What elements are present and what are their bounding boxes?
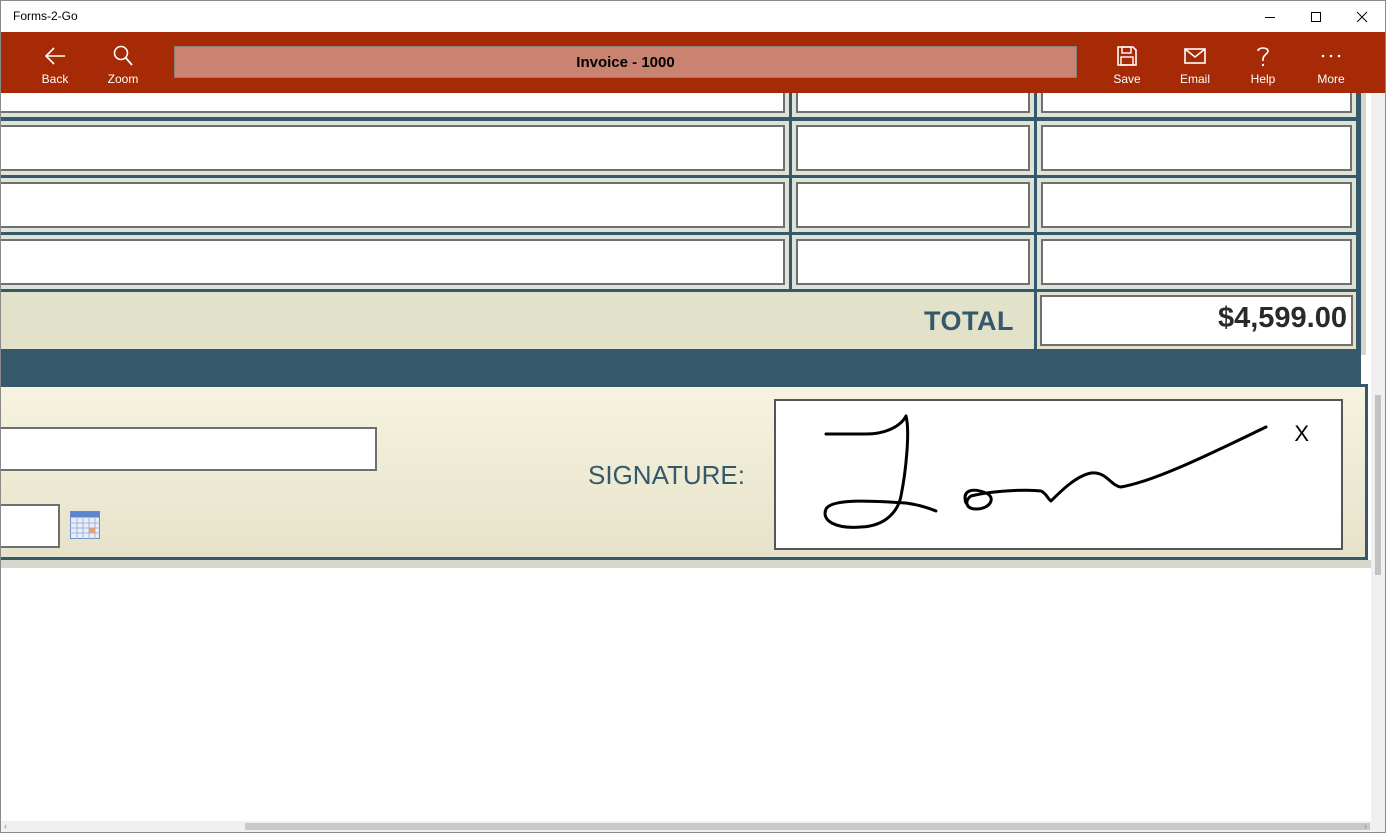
table-row xyxy=(1037,235,1356,289)
signature-panel: SIGNATURE: X xyxy=(1,384,1368,560)
description-field[interactable] xyxy=(1,125,785,171)
table-row xyxy=(792,178,1034,232)
vertical-scrollbar[interactable] xyxy=(1371,93,1385,821)
amount-field[interactable] xyxy=(1041,239,1352,285)
line-items-table: TOTAL $4,599.00 xyxy=(1,93,1366,459)
table-row xyxy=(1037,93,1356,117)
app-window: Forms-2-Go Back Zoom Invoice - 1000 Save… xyxy=(0,0,1386,833)
minimize-button[interactable] xyxy=(1247,1,1293,32)
maximize-button[interactable] xyxy=(1293,1,1339,32)
horizontal-scroll-thumb[interactable] xyxy=(245,823,1370,830)
clear-signature-button[interactable]: X xyxy=(1294,421,1309,447)
command-bar: Back Zoom Invoice - 1000 Save Email Help… xyxy=(1,32,1385,93)
amount-field[interactable] xyxy=(1041,182,1352,228)
minimize-icon xyxy=(1265,16,1275,18)
vertical-scroll-thumb[interactable] xyxy=(1375,395,1381,575)
more-icon xyxy=(1321,54,1341,58)
date-field[interactable] xyxy=(1,504,60,548)
save-label: Save xyxy=(1113,72,1141,86)
save-button[interactable]: Save xyxy=(1093,32,1161,93)
help-label: Help xyxy=(1250,72,1276,86)
back-button[interactable]: Back xyxy=(21,32,89,93)
total-cell: $4,599.00 xyxy=(1037,292,1356,349)
zoom-button[interactable]: Zoom xyxy=(89,32,157,93)
mail-icon xyxy=(1184,48,1206,64)
table-row xyxy=(792,235,1034,289)
document-title[interactable]: Invoice - 1000 xyxy=(174,46,1077,78)
form-canvas: TOTAL $4,599.00 SIGNATURE: X xyxy=(1,93,1371,821)
amount-field[interactable] xyxy=(1041,93,1352,113)
email-label: Email xyxy=(1179,72,1210,86)
help-button[interactable]: Help xyxy=(1229,32,1297,93)
description-field[interactable] xyxy=(1,93,785,113)
table-row xyxy=(1,178,789,232)
total-value[interactable]: $4,599.00 xyxy=(1040,295,1353,346)
more-button[interactable]: More xyxy=(1297,32,1365,93)
more-label: More xyxy=(1317,72,1345,86)
panel-shadow xyxy=(1,560,1371,568)
total-row: TOTAL xyxy=(1,292,1034,349)
scroll-right-icon[interactable]: › xyxy=(1364,821,1367,831)
quantity-field[interactable] xyxy=(796,182,1030,228)
table-row xyxy=(1,235,789,289)
back-arrow-icon xyxy=(44,47,65,65)
signature-pad[interactable]: X xyxy=(774,399,1343,550)
quantity-field[interactable] xyxy=(796,239,1030,285)
table-row xyxy=(792,121,1034,175)
table-row xyxy=(792,93,1034,117)
amount-field[interactable] xyxy=(1041,125,1352,171)
app-title: Forms-2-Go xyxy=(13,9,78,23)
table-row xyxy=(1,93,789,117)
email-button[interactable]: Email xyxy=(1161,32,1229,93)
table-row xyxy=(1,121,789,175)
search-icon xyxy=(113,45,133,66)
help-icon xyxy=(1257,47,1269,67)
zoom-label: Zoom xyxy=(107,72,139,86)
quantity-field[interactable] xyxy=(796,93,1030,113)
title-bar: Forms-2-Go xyxy=(1,1,1385,32)
maximize-icon xyxy=(1311,11,1321,22)
horizontal-scrollbar[interactable]: ‹ › xyxy=(1,821,1385,832)
save-icon xyxy=(1117,46,1137,66)
total-label: TOTAL xyxy=(924,306,1014,336)
name-field[interactable] xyxy=(1,427,377,471)
close-window-button[interactable] xyxy=(1339,1,1385,32)
calendar-icon[interactable] xyxy=(70,509,100,539)
table-row xyxy=(1037,178,1356,232)
description-field[interactable] xyxy=(1,182,785,228)
close-icon xyxy=(1356,11,1368,22)
quantity-field[interactable] xyxy=(796,125,1030,171)
table-row xyxy=(1037,121,1356,175)
signature-label: SIGNATURE: xyxy=(588,460,745,490)
signature-stroke xyxy=(823,414,1268,529)
back-label: Back xyxy=(41,72,69,86)
description-field[interactable] xyxy=(1,239,785,285)
scroll-left-icon[interactable]: ‹ xyxy=(4,821,7,831)
